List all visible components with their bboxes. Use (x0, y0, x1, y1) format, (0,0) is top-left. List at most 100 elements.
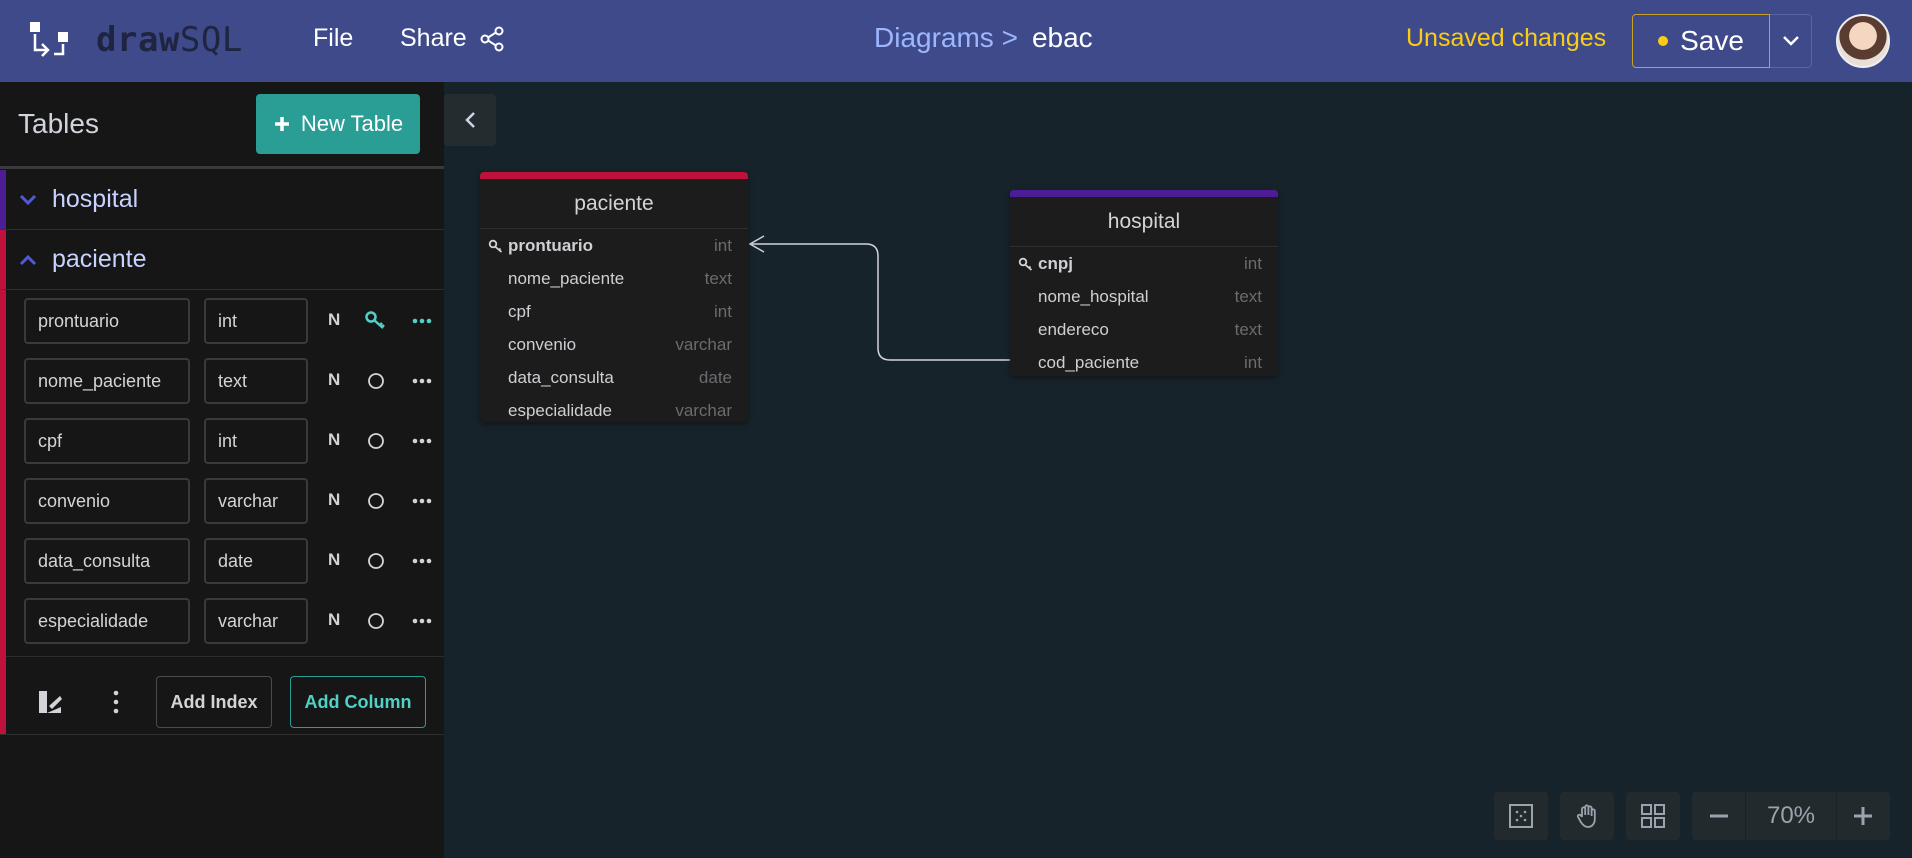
chevron-up-icon (19, 254, 37, 265)
more-options-icon[interactable] (410, 309, 434, 333)
share-icon (480, 26, 504, 51)
column-type-input[interactable]: date (204, 538, 308, 584)
column-type-input[interactable]: varchar (204, 478, 308, 524)
table-menu-icon[interactable] (102, 688, 130, 716)
menu-file[interactable]: File (313, 24, 353, 53)
table-color-icon[interactable] (36, 688, 64, 716)
field-name: prontuario (508, 236, 593, 255)
field-name: endereco (1038, 320, 1109, 339)
grid-icon (1641, 804, 1665, 828)
top-bar: drawSQL File Share Diagrams > ebac Unsav… (0, 0, 1912, 82)
chevron-left-icon (465, 112, 475, 128)
nullable-toggle[interactable]: N (328, 430, 340, 450)
grid-tool-button[interactable] (1626, 792, 1680, 840)
entity-title[interactable]: paciente (480, 179, 748, 229)
entity-field[interactable]: convenio varchar (480, 328, 748, 361)
new-table-label: New Table (300, 111, 404, 136)
column-name-input[interactable]: prontuario (24, 298, 190, 344)
field-name: especialidade (508, 401, 612, 420)
zoom-out-button[interactable] (1692, 792, 1746, 840)
save-options-dropdown[interactable] (1770, 14, 1812, 68)
entity-field[interactable]: especialidade varchar (480, 394, 748, 427)
nullable-toggle[interactable]: N (328, 550, 340, 570)
menu-share-label: Share (400, 24, 467, 52)
more-options-icon[interactable] (410, 609, 434, 633)
hand-icon (1576, 804, 1596, 828)
column-type-input[interactable]: int (204, 418, 308, 464)
entity-field[interactable]: endereco text (1010, 313, 1278, 346)
entity-field[interactable]: cnpj int (1010, 247, 1278, 280)
nullable-toggle[interactable]: N (328, 610, 340, 630)
entity-field[interactable]: cod_paciente int (1010, 346, 1278, 379)
nullable-toggle[interactable]: N (328, 490, 340, 510)
entity-field[interactable]: prontuario int (480, 229, 748, 262)
field-name: cpf (508, 302, 531, 321)
entity-field[interactable]: data_consulta date (480, 361, 748, 394)
column-name-input[interactable]: nome_paciente (24, 358, 190, 404)
nullable-toggle[interactable]: N (328, 370, 340, 390)
more-options-icon[interactable] (410, 429, 434, 453)
field-type: int (714, 302, 732, 321)
field-name: data_consulta (508, 368, 614, 387)
chevron-down-icon (1782, 36, 1799, 46)
pan-tool-button[interactable] (1560, 792, 1614, 840)
unsaved-dot-icon (1658, 36, 1669, 46)
primary-key-icon (1018, 257, 1033, 271)
primary-key-toggle-icon[interactable] (364, 489, 388, 513)
zoom-control: 70% (1692, 792, 1890, 840)
entity-paciente[interactable]: paciente prontuario int nome_paciente te… (480, 172, 748, 422)
field-type: varchar (675, 401, 732, 420)
zoom-in-button[interactable] (1835, 792, 1890, 840)
primary-key-toggle-icon[interactable] (364, 609, 388, 633)
column-row: convenio varchar N (18, 478, 438, 524)
nullable-toggle[interactable]: N (328, 310, 340, 330)
entity-title[interactable]: hospital (1010, 197, 1278, 247)
column-name-input[interactable]: convenio (24, 478, 190, 524)
column-type-input[interactable]: int (204, 298, 308, 344)
column-row: especialidade varchar N (18, 598, 438, 644)
column-name-input[interactable]: especialidade (24, 598, 190, 644)
field-name: cnpj (1038, 254, 1073, 273)
field-name: nome_paciente (508, 269, 625, 288)
primary-key-toggle-icon[interactable] (364, 549, 388, 573)
breadcrumb-diagrams[interactable]: Diagrams > (874, 22, 1018, 54)
tables-sidebar: Tables New Table hospital paciente pront… (0, 82, 444, 858)
field-type: int (714, 236, 732, 255)
primary-key-toggle-icon[interactable] (364, 369, 388, 393)
menu-share[interactable]: Share (400, 24, 505, 53)
more-options-icon[interactable] (410, 369, 434, 393)
zoom-level: 70% (1766, 802, 1816, 829)
more-options-icon[interactable] (410, 549, 434, 573)
save-label: Save (1680, 25, 1744, 56)
relationship-line (750, 243, 1010, 361)
column-actions-divider (6, 656, 444, 657)
sidebar-divider (0, 166, 444, 169)
column-name-input[interactable]: data_consulta (24, 538, 190, 584)
column-name-input[interactable]: cpf (24, 418, 190, 464)
add-column-button[interactable]: Add Column (290, 676, 426, 728)
select-tool-button[interactable] (1494, 792, 1548, 840)
more-options-icon[interactable] (410, 489, 434, 513)
field-name: nome_hospital (1038, 287, 1149, 306)
entity-hospital[interactable]: hospital cnpj int nome_hospital text end… (1010, 190, 1278, 376)
field-name: cod_paciente (1038, 353, 1140, 372)
sidebar-table-hospital[interactable]: hospital (0, 170, 444, 230)
entity-field[interactable]: nome_paciente text (480, 262, 748, 295)
save-button[interactable]: Save (1632, 14, 1770, 68)
column-type-input[interactable]: varchar (204, 598, 308, 644)
sidebar-table-paciente[interactable]: paciente (0, 230, 444, 290)
user-avatar[interactable] (1836, 14, 1890, 68)
field-type: text (1234, 287, 1262, 306)
drawsql-logo-icon[interactable] (28, 20, 70, 62)
collapse-sidebar-button[interactable] (444, 94, 496, 146)
entity-field[interactable]: cpf int (480, 295, 748, 328)
add-index-button[interactable]: Add Index (156, 676, 272, 728)
brand-wordmark: drawSQL (96, 20, 243, 60)
primary-key-icon[interactable] (364, 309, 388, 333)
entity-field[interactable]: nome_hospital text (1010, 280, 1278, 313)
new-table-button[interactable]: New Table (256, 94, 420, 154)
breadcrumb-current-diagram[interactable]: ebac (1032, 22, 1093, 54)
primary-key-toggle-icon[interactable] (364, 429, 388, 453)
column-type-input[interactable]: text (204, 358, 308, 404)
chevron-down-icon (19, 194, 37, 205)
